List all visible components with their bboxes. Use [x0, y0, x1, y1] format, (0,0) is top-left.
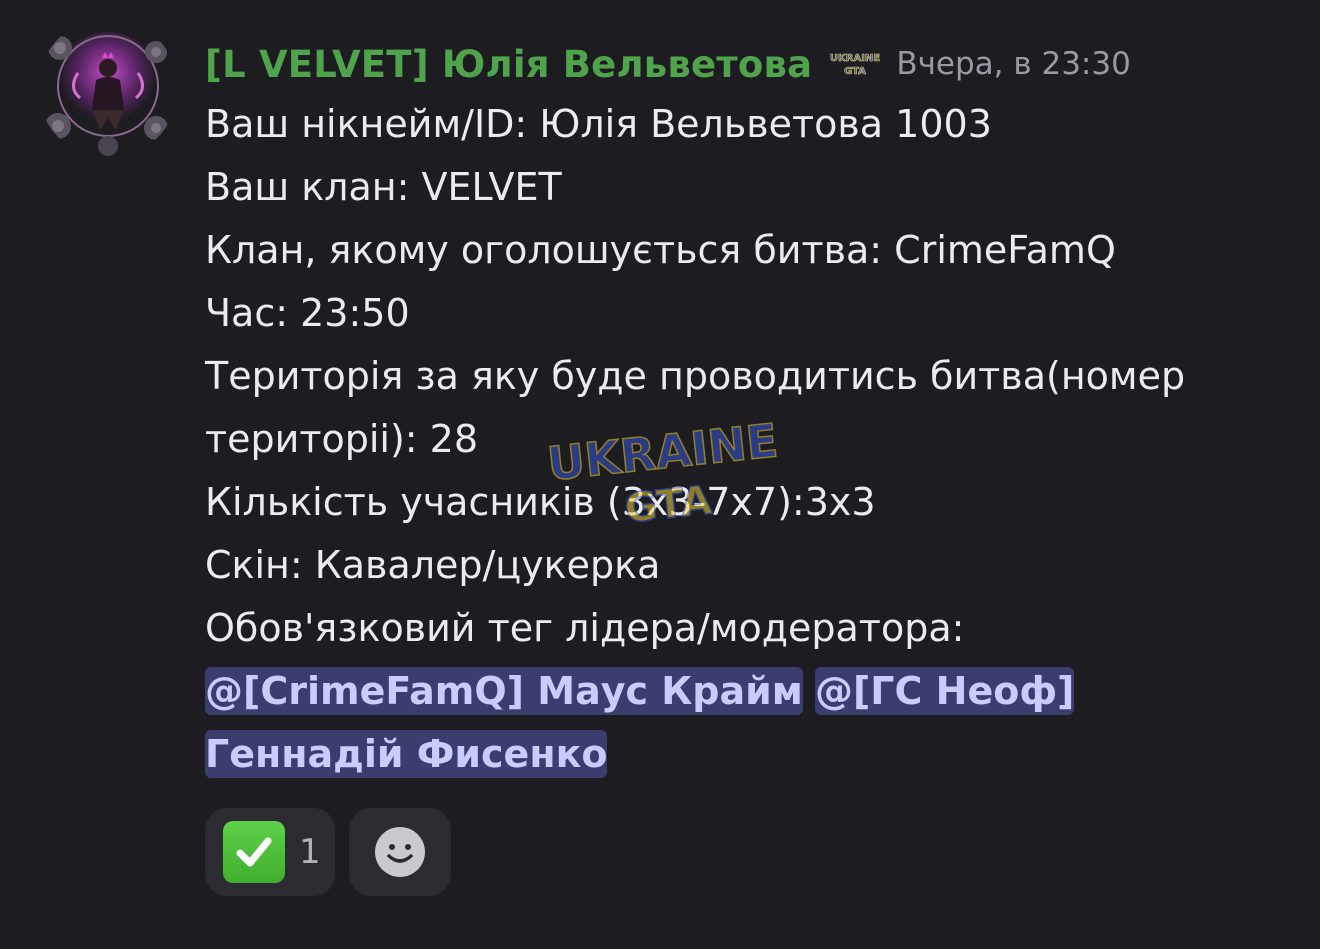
message-line-opponent-clan: Клан, якому оголошується битва: CrimeFam…: [205, 228, 1116, 272]
check-mark-emoji-icon: [223, 821, 285, 883]
message-line-time: Час: 23:50: [205, 291, 410, 335]
message-body: Ваш нікнейм/ID: Юлія Вельветова 1003 Ваш…: [205, 93, 1295, 786]
message-line-required-tag: Обов'язковий тег лідера/модератора:: [205, 606, 965, 650]
chat-message: [L VELVET] Юлія Вельветова UKRAINE GTA В…: [0, 0, 1320, 949]
message-line-clan: Ваш клан: VELVET: [205, 165, 562, 209]
ukraine-gta-role-icon: UKRAINE GTA: [830, 49, 880, 79]
message-line-participants: Кількість учасників (3x3-7x7):3x3: [205, 480, 876, 524]
svg-text:GTA: GTA: [844, 66, 866, 77]
add-reaction-smile-icon: [374, 826, 426, 878]
avatar[interactable]: [38, 18, 178, 158]
message-line-nickname: Ваш нікнейм/ID: Юлія Вельветова 1003: [205, 102, 992, 146]
avatar-image-icon: [38, 18, 178, 158]
mention-crimefamq-maus-kraim[interactable]: @[CrimeFamQ] Маус Крайм: [205, 667, 803, 715]
mentions-block: @[CrimeFamQ] Маус Крайм @[ГС Неоф] Генна…: [205, 660, 1285, 786]
message-line-skin: Скін: Кавалер/цукерка: [205, 543, 661, 587]
message-timestamp: Вчера, в 23:30: [896, 46, 1131, 82]
message-header: [L VELVET] Юлія Вельветова UKRAINE GTA В…: [205, 38, 1295, 90]
svg-text:UKRAINE: UKRAINE: [830, 53, 880, 64]
reaction-check-mark[interactable]: 1: [205, 808, 335, 896]
message-line-territory: Територія за яку буде проводитись битва(…: [205, 354, 1186, 461]
add-reaction-button[interactable]: [349, 808, 451, 896]
reaction-count: 1: [299, 832, 321, 872]
message-content: [L VELVET] Юлія Вельветова UKRAINE GTA В…: [205, 38, 1295, 786]
reactions-bar: 1: [205, 808, 451, 896]
author-name[interactable]: [L VELVET] Юлія Вельветова: [205, 43, 812, 86]
